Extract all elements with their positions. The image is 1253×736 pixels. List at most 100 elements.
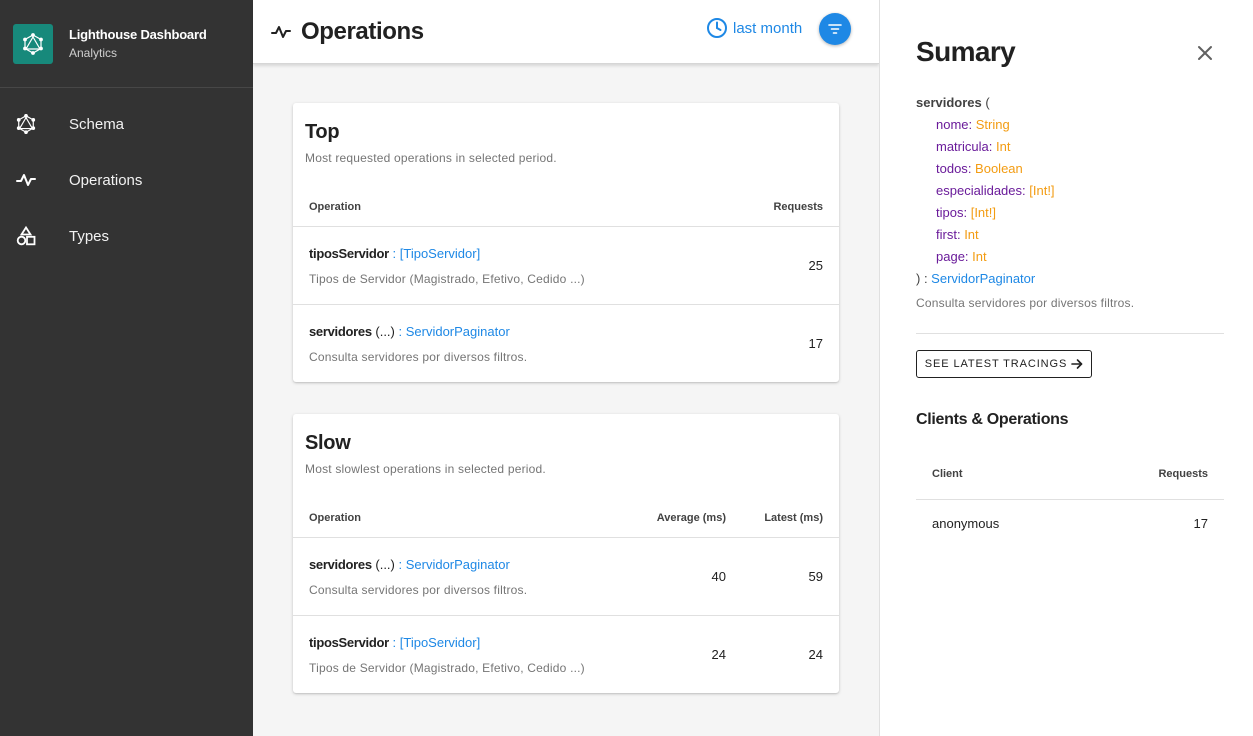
- column-header-requests: Requests: [1158, 468, 1208, 480]
- operation-description: Consulta servidores por diversos filtros…: [309, 583, 528, 597]
- argument-name: matricula: [936, 139, 989, 154]
- argument-type: [Int!]: [1029, 183, 1055, 198]
- close-button[interactable]: [1196, 44, 1214, 62]
- divider: [916, 333, 1224, 334]
- button-label: SEE LATEST TRACINGS: [924, 358, 1068, 370]
- argument-name: todos: [936, 161, 968, 176]
- table-row[interactable]: tiposServidor : [TipoServidor] Tipos de …: [293, 616, 839, 694]
- argument-type: Boolean: [975, 161, 1023, 176]
- column-header-requests: Requests: [773, 201, 823, 213]
- client-name: anonymous: [932, 516, 1000, 531]
- operation-type: [TipoServidor]: [399, 635, 481, 650]
- operation-signature: servidores ( nome: String matricula: Int…: [916, 92, 1055, 290]
- type-separator: :: [388, 635, 400, 650]
- brand-title: Lighthouse Dashboard: [69, 26, 207, 42]
- return-type[interactable]: ServidorPaginator: [931, 271, 1035, 286]
- requests-count: 17: [808, 336, 823, 351]
- summary-panel: Sumary servidores ( nome: String matricu…: [879, 0, 1253, 736]
- sidebar-item-label: Schema: [69, 115, 125, 133]
- operation-type: ServidorPaginator: [405, 324, 510, 339]
- operation-name: tiposServidor: [309, 635, 389, 650]
- argument-type: String: [975, 117, 1010, 132]
- slow-operations-card: Slow Most slowlest operations in selecte…: [293, 414, 839, 693]
- latest-ms: 59: [808, 569, 823, 584]
- argument-name: tipos: [936, 205, 964, 220]
- column-header-operation: Operation: [309, 201, 361, 213]
- column-header-average: Average (ms): [656, 512, 726, 524]
- argument: first: Int: [936, 227, 979, 242]
- top-operations-card: Top Most requested operations in selecte…: [293, 103, 839, 382]
- table-row[interactable]: servidores (...) : ServidorPaginator Con…: [293, 305, 839, 383]
- pulse-icon: [271, 22, 291, 42]
- period-selector[interactable]: last month: [706, 16, 802, 40]
- brand[interactable]: Lighthouse Dashboard Analytics: [0, 0, 253, 88]
- filter-icon: [828, 23, 842, 35]
- argument-type: Int: [964, 227, 979, 242]
- operation-args: (...): [371, 557, 395, 572]
- operation-description: Consulta servidores por diversos filtros…: [309, 350, 528, 364]
- requests-count: 25: [808, 258, 823, 273]
- type-separator: :: [394, 324, 406, 339]
- column-header-client: Client: [932, 468, 963, 480]
- see-latest-tracings-button[interactable]: SEE LATEST TRACINGS: [916, 350, 1092, 378]
- main-content: Operations last month Top Most requested…: [253, 0, 879, 736]
- operation-name: tiposServidor: [309, 246, 389, 261]
- sidebar-item-label: Types: [69, 227, 110, 245]
- type-separator: :: [388, 246, 400, 261]
- card-title: Top: [305, 121, 340, 143]
- sidebar-item-label: Operations: [69, 171, 143, 189]
- argument: especialidades: [Int!]: [936, 183, 1055, 198]
- shapes-icon: [16, 226, 36, 246]
- sidebar-nav: Schema Operations Types: [0, 88, 253, 264]
- table-row[interactable]: tiposServidor : [TipoServidor] Tipos de …: [293, 227, 839, 305]
- sidebar-item-schema[interactable]: Schema: [0, 96, 253, 152]
- argument-type: Int: [972, 249, 987, 264]
- close-paren: ) :: [916, 271, 932, 286]
- client-requests: 17: [1193, 516, 1208, 531]
- type-separator: :: [394, 557, 406, 572]
- operation-description: Consulta servidores por diversos filtros…: [916, 296, 1135, 310]
- average-ms: 24: [711, 647, 726, 662]
- card-subtitle: Most slowlest operations in selected per…: [305, 462, 546, 476]
- lighthouse-logo-icon: [13, 23, 53, 64]
- clients-table-header: Client Requests: [916, 452, 1224, 500]
- average-ms: 40: [711, 569, 726, 584]
- page-title: Operations: [301, 17, 424, 45]
- brand-subtitle: Analytics: [69, 45, 118, 60]
- argument: todos: Boolean: [936, 161, 1023, 176]
- card-title: Slow: [305, 432, 351, 454]
- operation-type: [TipoServidor]: [399, 246, 481, 261]
- clients-title: Clients & Operations: [916, 411, 1069, 428]
- field-name: servidores: [916, 95, 982, 110]
- table-header: Operation Requests: [293, 187, 839, 227]
- period-label: last month: [733, 19, 803, 37]
- operation-name: servidores: [309, 557, 372, 572]
- argument-name: first: [936, 227, 957, 242]
- pulse-icon: [16, 170, 36, 190]
- sidebar-item-operations[interactable]: Operations: [0, 152, 253, 208]
- argument: page: Int: [936, 249, 987, 264]
- card-subtitle: Most requested operations in selected pe…: [305, 151, 557, 165]
- table-row[interactable]: servidores (...) : ServidorPaginator Con…: [293, 538, 839, 616]
- sidebar-item-types[interactable]: Types: [0, 208, 253, 264]
- table-row[interactable]: anonymous 17: [916, 500, 1224, 548]
- filter-button[interactable]: [819, 13, 851, 45]
- panel-title: Sumary: [916, 36, 1016, 67]
- argument-name: nome: [936, 117, 969, 132]
- argument-name: page: [936, 249, 965, 264]
- argument-name: especialidades: [936, 183, 1023, 198]
- clock-icon: [706, 17, 728, 39]
- topbar: Operations last month: [253, 0, 879, 64]
- operation-description: Tipos de Servidor (Magistrado, Efetivo, …: [309, 661, 585, 675]
- argument: tipos: [Int!]: [936, 205, 996, 220]
- operation-type: ServidorPaginator: [405, 557, 510, 572]
- operation-args: (...): [371, 324, 395, 339]
- argument-type: [Int!]: [970, 205, 996, 220]
- operation-name: servidores: [309, 324, 372, 339]
- table-header: Operation Average (ms) Latest (ms): [293, 498, 839, 538]
- operation-description: Tipos de Servidor (Magistrado, Efetivo, …: [309, 272, 585, 286]
- argument: nome: String: [936, 117, 1010, 132]
- column-header-latest: Latest (ms): [764, 512, 823, 524]
- open-paren: (: [981, 95, 990, 110]
- argument-type: Int: [995, 139, 1011, 154]
